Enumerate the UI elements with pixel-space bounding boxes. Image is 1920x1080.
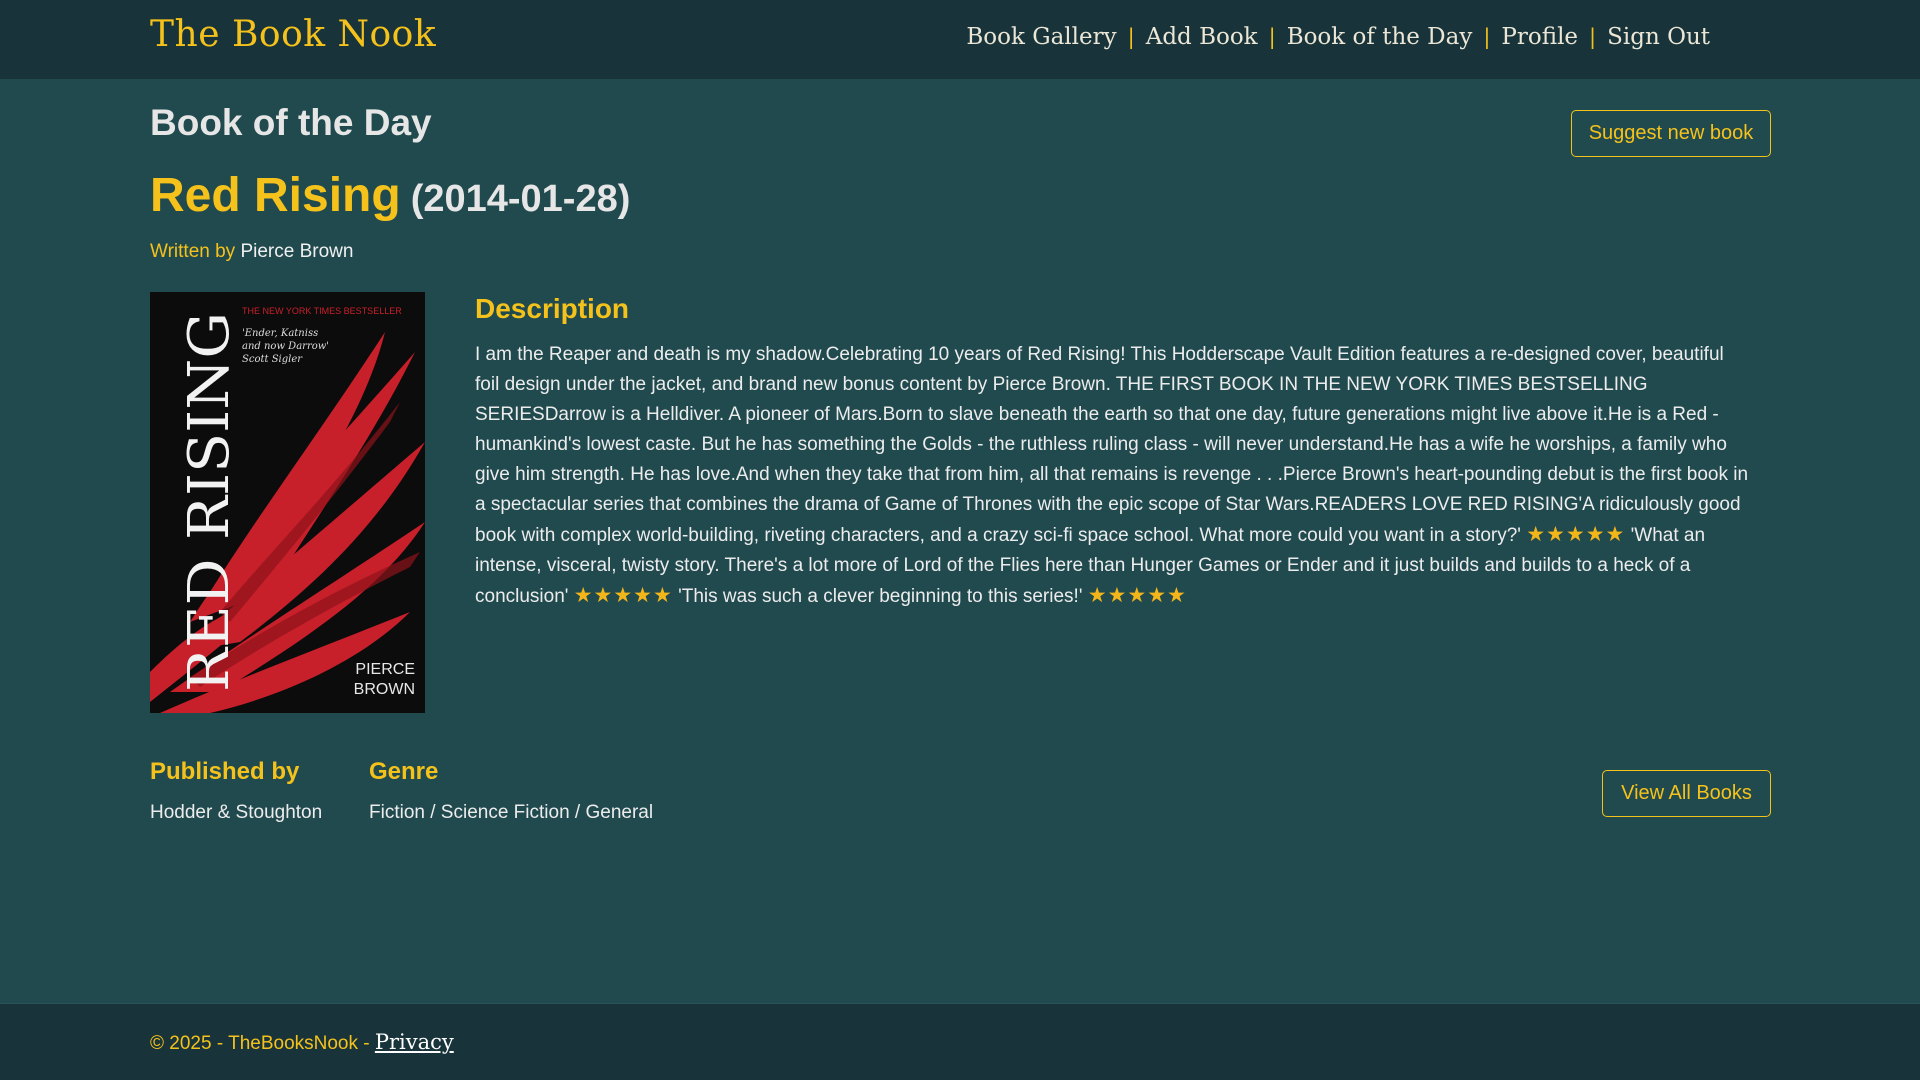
cover-tagline: THE NEW YORK TIMES BESTSELLER <box>242 306 402 316</box>
nav-add-book[interactable]: Add Book <box>1146 24 1258 50</box>
publisher-value: Hodder & Stoughton <box>150 802 323 823</box>
cover-quote-line2: and now Darrow' <box>242 341 329 352</box>
author-name: Pierce Brown <box>240 241 354 262</box>
footer: © 2025 - TheBooksNook - Privacy <box>0 1003 1920 1080</box>
nav-book-gallery[interactable]: Book Gallery <box>966 24 1116 50</box>
star-rating-icon: ★★★★★ <box>573 584 673 607</box>
nav-book-of-the-day[interactable]: Book of the Day <box>1287 24 1473 50</box>
cover-author-line1: PIERCE <box>355 661 415 678</box>
star-rating-icon: ★★★★★ <box>1526 523 1626 546</box>
description-heading: Description <box>475 293 630 324</box>
genre-label: Genre <box>369 758 439 785</box>
description-part: 'This was such a clever beginning to thi… <box>678 586 1083 607</box>
nav-separator: | <box>1589 25 1597 49</box>
cover-quote-source: Scott Sigler <box>242 354 303 365</box>
cover-author-line2: BROWN <box>354 681 415 698</box>
book-title-row: Red Rising (2014-01-28) <box>150 168 630 223</box>
description-part: I am the Reaper and death is my shadow.C… <box>475 344 1749 546</box>
book-title: Red Rising <box>150 169 401 222</box>
cover-quote-line1: 'Ender, Katniss <box>242 328 318 339</box>
published-by-label: Published by <box>150 758 300 785</box>
book-cover-image: THE NEW YORK TIMES BESTSELLER 'Ender, Ka… <box>150 292 425 713</box>
nav-separator: | <box>1483 25 1491 49</box>
nav-separator: | <box>1268 25 1276 49</box>
nav-profile[interactable]: Profile <box>1501 24 1578 50</box>
navbar: The Book Nook Book Gallery | Add Book | … <box>0 0 1920 79</box>
footer-text: © 2025 - TheBooksNook - Privacy <box>150 1030 454 1055</box>
suggest-new-book-button[interactable]: Suggest new book <box>1571 110 1771 157</box>
genre-value: Fiction / Science Fiction / General <box>369 802 654 823</box>
privacy-link[interactable]: Privacy <box>375 1030 454 1054</box>
nav-separator: | <box>1127 25 1135 49</box>
cover-art: THE NEW YORK TIMES BESTSELLER 'Ender, Ka… <box>150 292 425 713</box>
written-by-label: Written by <box>150 241 236 262</box>
author-line: Written by Pierce Brown <box>150 241 353 263</box>
star-rating-icon: ★★★★★ <box>1087 584 1187 607</box>
brand-logo[interactable]: The Book Nook <box>150 14 436 55</box>
view-all-books-button[interactable]: View All Books <box>1602 770 1771 817</box>
book-publish-date: (2014-01-28) <box>410 178 631 220</box>
nav-sign-out[interactable]: Sign Out <box>1607 24 1710 50</box>
copyright-text: © 2025 - TheBooksNook - <box>150 1033 375 1054</box>
nav-links: Book Gallery | Add Book | Book of the Da… <box>966 24 1710 50</box>
cover-title: RED RISING <box>177 312 242 692</box>
description-text: I am the Reaper and death is my shadow.C… <box>475 340 1750 612</box>
page-title: Book of the Day <box>150 102 432 143</box>
